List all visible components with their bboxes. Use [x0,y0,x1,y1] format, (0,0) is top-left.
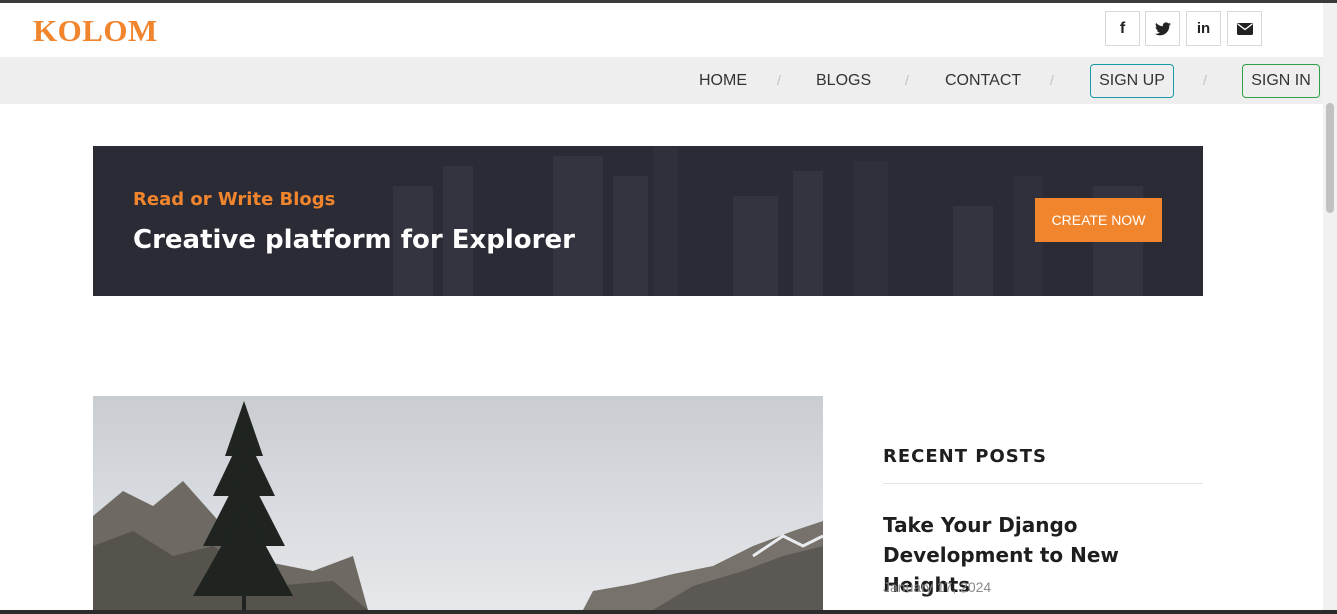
linkedin-icon: in [1196,20,1211,37]
nav-separator: / [1050,72,1054,88]
facebook-link[interactable]: f [1105,11,1140,46]
scrollbar-thumb[interactable] [1326,103,1334,213]
envelope-icon [1236,22,1253,35]
recent-posts-divider [883,483,1203,484]
twitter-link[interactable] [1145,11,1180,46]
banner-title: Creative platform for Explorer [133,225,575,255]
nav-home[interactable]: HOME [699,72,747,90]
banner-subtitle: Read or Write Blogs [133,189,336,210]
window-bottom-border [0,610,1337,614]
sign-in-button[interactable]: SIGN IN [1242,64,1320,98]
email-link[interactable] [1227,11,1262,46]
nav-separator: / [905,72,909,88]
linkedin-link[interactable]: in [1186,11,1221,46]
site-header: KOLOM f in [0,3,1323,57]
hero-banner: Read or Write Blogs Creative platform fo… [93,146,1203,296]
nav-blogs[interactable]: BLOGS [816,72,871,90]
main-navbar: HOME / BLOGS / CONTACT / SIGN UP / SIGN … [0,57,1323,104]
page-scrollbar[interactable] [1323,3,1337,610]
featured-post-image[interactable] [93,396,823,610]
facebook-icon: f [1119,19,1126,37]
create-now-button[interactable]: CREATE NOW [1035,198,1162,242]
recent-posts-heading: RECENT POSTS [883,446,1047,467]
nav-contact[interactable]: CONTACT [945,72,1021,90]
twitter-icon [1154,21,1171,35]
site-logo[interactable]: KOLOM [33,13,158,49]
sign-up-button[interactable]: SIGN UP [1090,64,1174,98]
nav-separator: / [777,72,781,88]
mountain-landscape-image [93,396,823,610]
nav-separator: / [1203,72,1207,88]
recent-post-date: January 17, 2024 [883,579,992,595]
